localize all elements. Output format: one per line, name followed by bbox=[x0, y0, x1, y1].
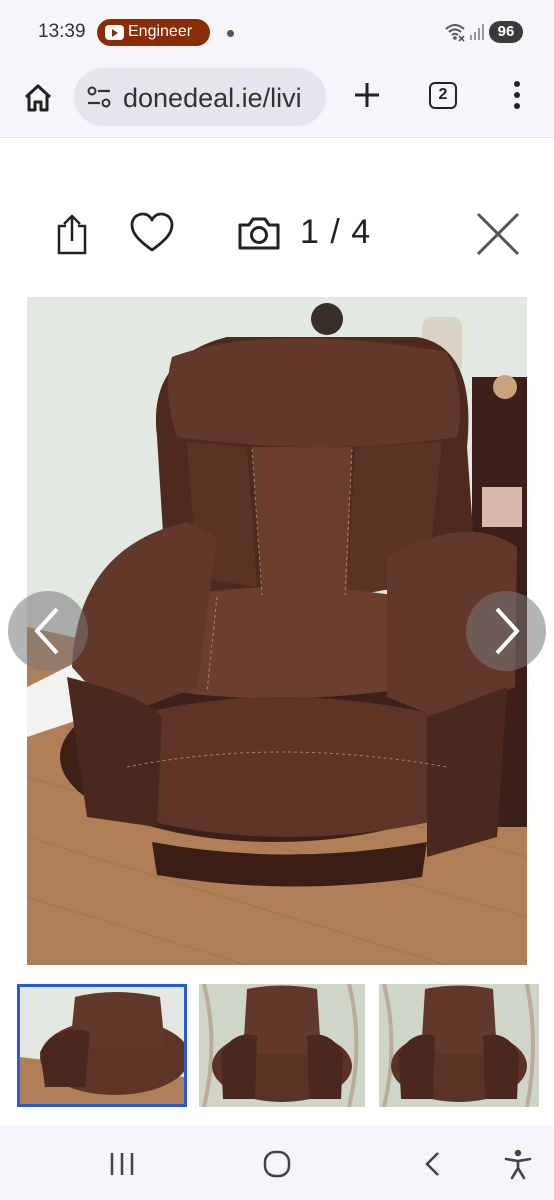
signal-icon bbox=[470, 24, 484, 40]
plus-icon[interactable] bbox=[350, 78, 384, 112]
main-listing-photo[interactable] bbox=[27, 297, 527, 965]
close-icon[interactable] bbox=[474, 210, 522, 258]
photo-counter: 1 / 4 bbox=[300, 213, 372, 251]
thumbnail-3[interactable] bbox=[379, 984, 539, 1107]
site-settings-icon[interactable] bbox=[86, 85, 112, 109]
menu-icon[interactable] bbox=[505, 78, 529, 112]
heart-icon[interactable] bbox=[128, 210, 176, 256]
status-time: 13:39 bbox=[38, 21, 86, 42]
home-icon[interactable] bbox=[18, 78, 58, 118]
next-photo-button[interactable] bbox=[466, 591, 546, 671]
notification-pill[interactable]: Engineer bbox=[97, 19, 210, 46]
url-text[interactable]: donedeal.ie/livi bbox=[123, 83, 302, 114]
home-circle-icon[interactable] bbox=[262, 1150, 292, 1178]
wifi-icon bbox=[445, 24, 465, 42]
thumbnail-1-selected[interactable] bbox=[17, 984, 187, 1107]
previous-photo-button[interactable] bbox=[8, 591, 88, 671]
accessibility-icon[interactable] bbox=[503, 1148, 533, 1180]
share-icon[interactable] bbox=[52, 212, 92, 256]
browser-toolbar: donedeal.ie/livi 2 bbox=[0, 64, 554, 138]
system-navigation-bar bbox=[0, 1126, 554, 1200]
thumbnail-2[interactable] bbox=[199, 984, 365, 1107]
back-icon[interactable] bbox=[420, 1150, 446, 1178]
notification-app-name: Engineer bbox=[128, 23, 193, 40]
tabs-icon[interactable]: 2 bbox=[429, 82, 457, 109]
battery-indicator: 96 bbox=[489, 21, 523, 43]
camera-icon bbox=[238, 217, 280, 250]
youtube-icon bbox=[105, 25, 124, 40]
status-bar: 13:39 Engineer 96 bbox=[0, 0, 554, 64]
recents-icon[interactable] bbox=[105, 1150, 139, 1178]
address-bar[interactable]: donedeal.ie/livi bbox=[74, 68, 326, 126]
chevron-left-icon bbox=[34, 607, 59, 655]
chevron-right-icon bbox=[495, 607, 520, 655]
notification-dot bbox=[227, 30, 234, 37]
